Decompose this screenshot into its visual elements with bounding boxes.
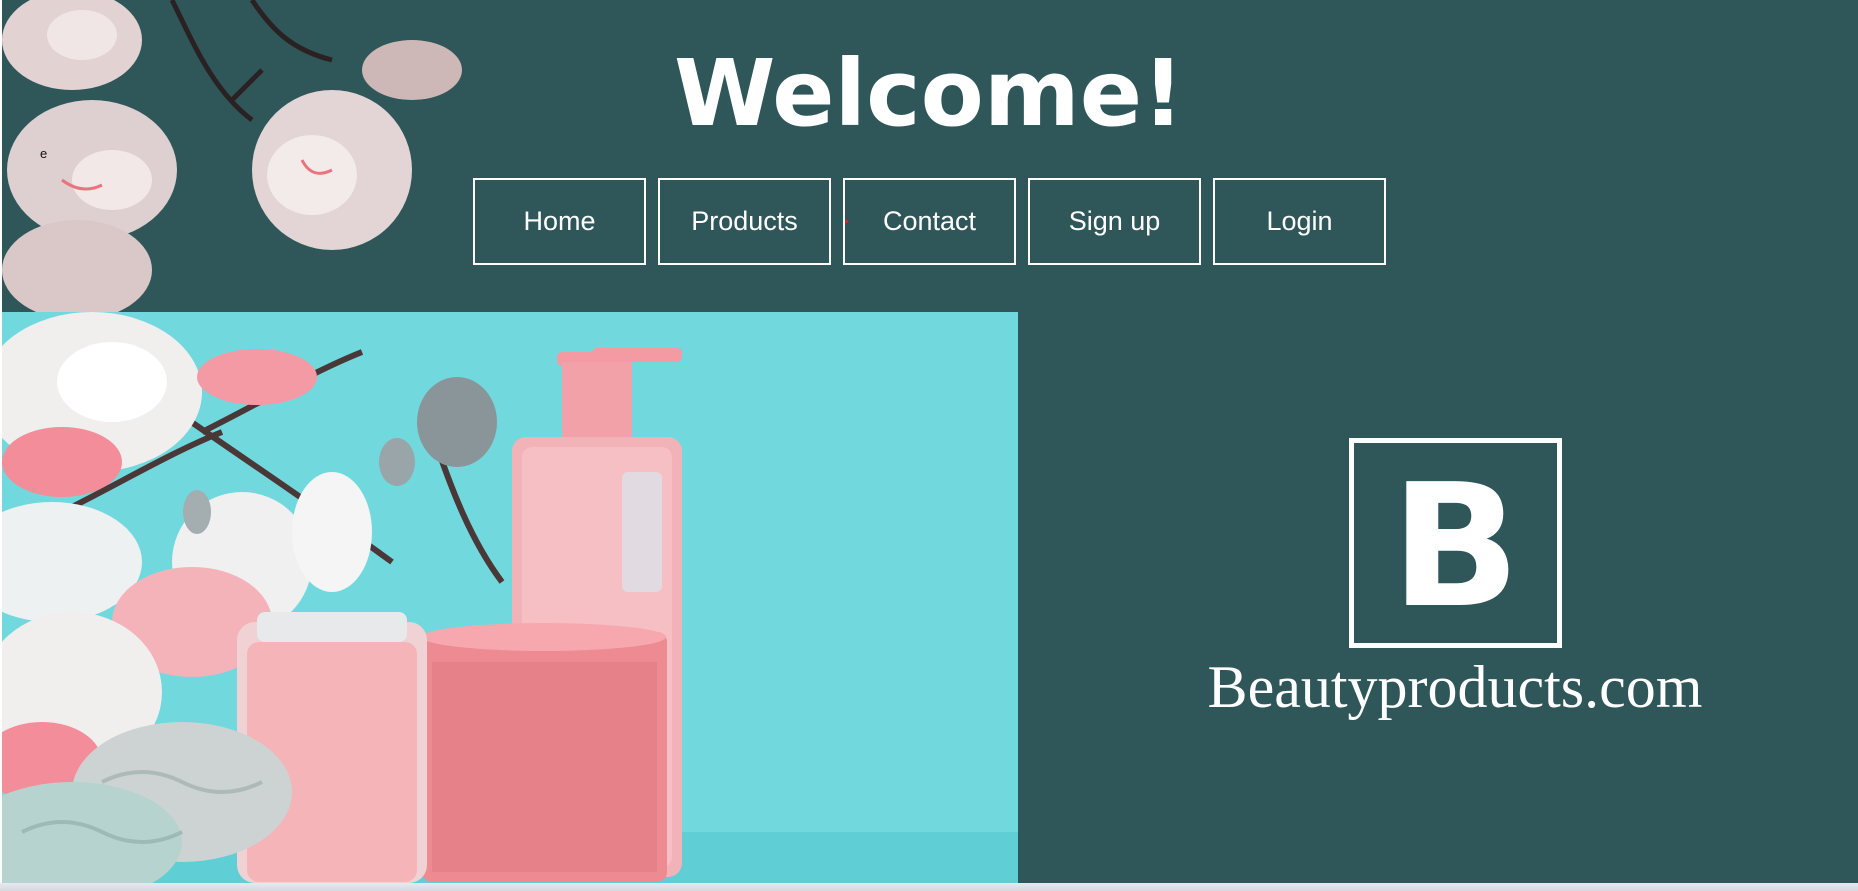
brand-name: Beautyproducts.com: [1207, 654, 1703, 720]
page-title: Welcome!: [673, 40, 1185, 147]
brand-logo: B: [1349, 438, 1562, 648]
nav-signup-button[interactable]: Sign up: [1028, 178, 1201, 265]
bottom-scrollbar-edge: [0, 883, 1858, 891]
red-dot: [845, 220, 848, 223]
nav-contact-button[interactable]: Contact: [843, 178, 1016, 265]
hero-cosmetics-image: [2, 312, 1018, 883]
main-nav: Home Products Contact Sign up Login: [473, 178, 1386, 265]
nav-login-button[interactable]: Login: [1213, 178, 1386, 265]
logo-letter: B: [1390, 448, 1521, 646]
stray-text: e: [40, 146, 48, 161]
nav-products-button[interactable]: Products: [658, 178, 831, 265]
nav-home-button[interactable]: Home: [473, 178, 646, 265]
